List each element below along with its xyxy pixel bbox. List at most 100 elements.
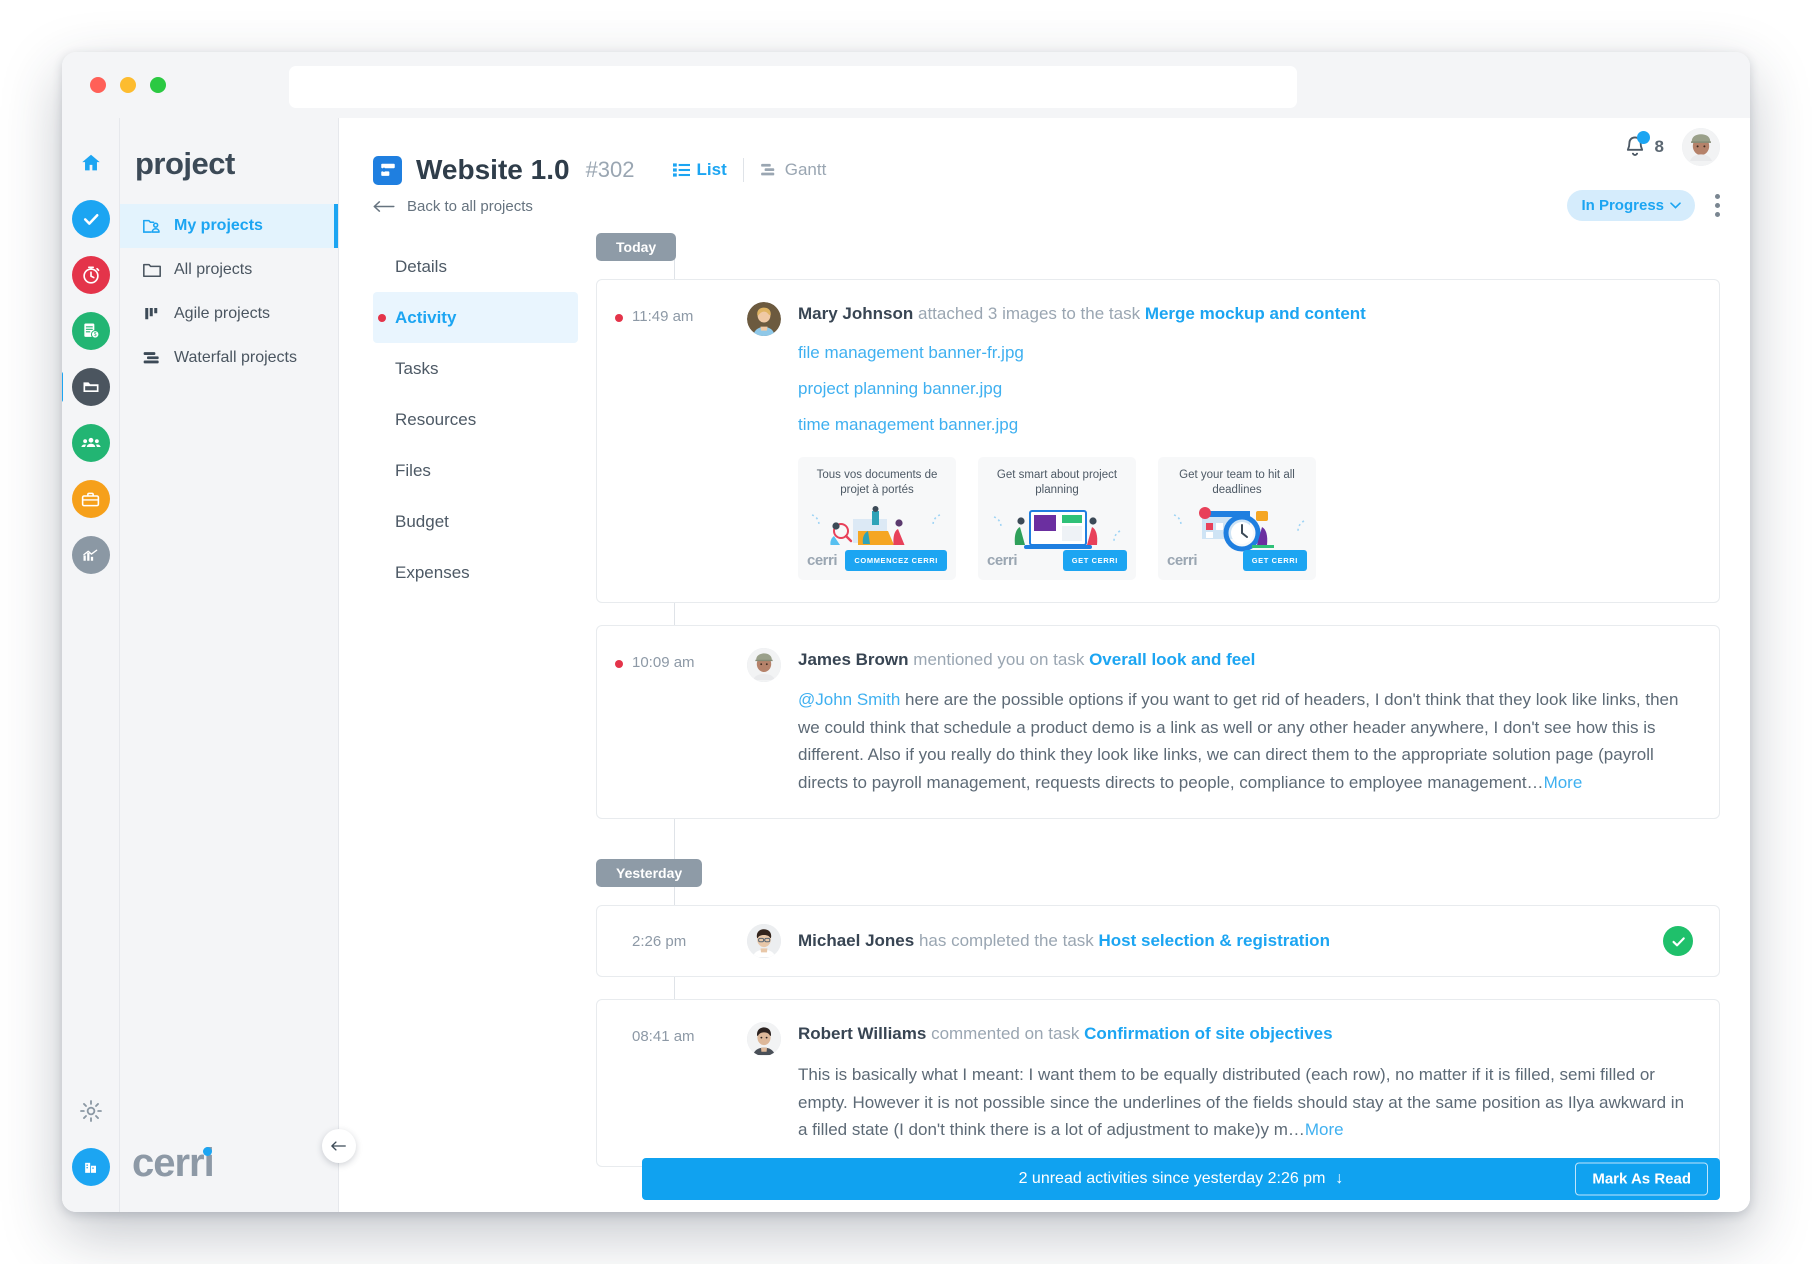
- minimize-window-icon[interactable]: [120, 77, 136, 93]
- subnav-item-resources[interactable]: Resources: [373, 394, 578, 445]
- back-to-projects[interactable]: Back to all projects: [373, 198, 1720, 215]
- chevron-down-icon: [1670, 202, 1681, 209]
- sidebar-item-waterfall-projects[interactable]: Waterfall projects: [120, 336, 338, 380]
- more-options-button[interactable]: [1715, 194, 1720, 217]
- banner-preview[interactable]: Get your team to hit all deadlines cerri…: [1158, 456, 1316, 580]
- banner-preview[interactable]: Get smart about project planning cerri G…: [978, 456, 1136, 580]
- banner-cta-button[interactable]: GET CERRI: [1242, 549, 1307, 571]
- banner-title: Get smart about project planning: [996, 468, 1118, 496]
- rail-item-invoices[interactable]: $: [71, 312, 110, 350]
- activity-body: Mary Johnson attached 3 images to the ta…: [798, 302, 1693, 580]
- activity-feed: Today 11:49 am Mary Johnson attached 3 i…: [578, 233, 1750, 1189]
- more-link[interactable]: More: [1305, 1120, 1344, 1139]
- subnav-label: Expenses: [395, 562, 470, 582]
- rail-item-home[interactable]: [72, 144, 110, 182]
- collapse-sidebar-button[interactable]: [322, 1129, 356, 1163]
- traffic-lights: [90, 77, 166, 93]
- sidebar-item-label: All projects: [174, 261, 253, 278]
- mention-link[interactable]: @John Smith: [798, 690, 900, 709]
- attachment-link[interactable]: time management banner.jpg: [798, 415, 1693, 435]
- attachment-link[interactable]: project planning banner.jpg: [798, 379, 1693, 399]
- status-label: In Progress: [1581, 197, 1664, 214]
- activity-comment: @John Smith here are the possible option…: [798, 686, 1693, 796]
- people-icon: [80, 437, 101, 448]
- rail-item-tasks[interactable]: [71, 200, 110, 238]
- activity-task-link[interactable]: Host selection & registration: [1099, 931, 1330, 950]
- home-icon: [81, 154, 100, 171]
- content-header: 8 In Progress Website 1.0 #302 List Gant…: [339, 118, 1750, 221]
- project-title-row: Website 1.0 #302 List Gantt: [373, 154, 1720, 186]
- activity-body: Michael Jones has completed the task Hos…: [798, 924, 1649, 958]
- unread-bar-text: 2 unread activities since yesterday 2:26…: [1019, 1170, 1344, 1188]
- banner-footer: cerri COMMENCEZ CERRI: [807, 549, 947, 571]
- activity-author: Mary Johnson: [798, 304, 914, 323]
- attachment-link[interactable]: file management banner-fr.jpg: [798, 343, 1693, 363]
- sidebar-item-label: My projects: [174, 217, 263, 234]
- app-body: $ project My projects All projects Agile…: [62, 118, 1750, 1212]
- comment-text: This is basically what I meant: I want t…: [798, 1065, 1685, 1140]
- activity-headline: James Brown mentioned you on task Overal…: [798, 648, 1693, 673]
- maximize-window-icon[interactable]: [150, 77, 166, 93]
- tab-label: List: [696, 160, 727, 179]
- activity-action: mentioned you on task: [913, 649, 1085, 669]
- rail-item-teams[interactable]: [71, 424, 110, 462]
- subnav-label: Details: [395, 256, 447, 276]
- unread-activities-bar[interactable]: 2 unread activities since yesterday 2:26…: [642, 1158, 1720, 1200]
- address-bar[interactable]: [289, 66, 1297, 108]
- rail-item-organization[interactable]: [71, 1148, 110, 1186]
- sidebar-item-agile-projects[interactable]: Agile projects: [120, 292, 338, 336]
- subnav-item-files[interactable]: Files: [373, 445, 578, 496]
- kanban-icon: [142, 304, 162, 324]
- subnav-item-budget[interactable]: Budget: [373, 496, 578, 547]
- banner-brand: cerri: [987, 551, 1018, 569]
- activity-card: 08:41 am Robert Williams commented on ta…: [596, 999, 1720, 1167]
- subnav-item-tasks[interactable]: Tasks: [373, 343, 578, 394]
- subnav-item-activity[interactable]: Activity: [373, 292, 578, 343]
- subnav-label: Tasks: [395, 358, 439, 378]
- activity-time: 10:09 am: [632, 653, 695, 671]
- tab-separator: [742, 158, 744, 182]
- rail-item-projects[interactable]: [62, 368, 110, 406]
- waterfall-icon: [142, 348, 162, 368]
- banner-cta-button[interactable]: COMMENCEZ CERRI: [845, 549, 947, 571]
- activity-time: 11:49 am: [632, 308, 694, 325]
- rail-item-reports[interactable]: [71, 536, 110, 574]
- tab-gantt[interactable]: Gantt: [760, 160, 826, 180]
- tab-list[interactable]: List: [672, 160, 727, 180]
- banner-preview[interactable]: Tous vos documents de projet à portés ce…: [798, 456, 956, 580]
- activity-action: commented on task: [931, 1024, 1080, 1044]
- banner-title: Get your team to hit all deadlines: [1179, 468, 1295, 496]
- subnav-item-details[interactable]: Details: [373, 241, 578, 292]
- more-link[interactable]: More: [1544, 773, 1583, 792]
- banner-footer: cerri GET CERRI: [1167, 549, 1307, 571]
- activity-task-link[interactable]: Overall look and feel: [1089, 650, 1255, 669]
- activity-task-link[interactable]: Confirmation of site objectives: [1084, 1024, 1332, 1043]
- rail-item-settings[interactable]: [72, 1092, 110, 1130]
- sidebar-brand: cerri: [120, 1141, 338, 1212]
- briefcase-icon: [81, 492, 100, 506]
- notifications[interactable]: 8: [1622, 131, 1664, 160]
- banner-cta-button[interactable]: GET CERRI: [1062, 549, 1127, 571]
- user-avatar[interactable]: [1682, 128, 1720, 166]
- activity-headline: Robert Williams commented on task Confir…: [798, 1022, 1693, 1047]
- rail-item-timesheet[interactable]: [71, 256, 110, 294]
- arrow-down-icon: ↓: [1335, 1170, 1344, 1187]
- subnav-label: Activity: [395, 307, 457, 327]
- avatar: [747, 647, 781, 682]
- svg-text:$: $: [93, 332, 96, 338]
- mark-as-read-button[interactable]: Mark As Read: [1575, 1162, 1708, 1196]
- sidebar-item-all-projects[interactable]: All projects: [120, 248, 338, 292]
- activity-task-link[interactable]: Merge mockup and content: [1145, 304, 1366, 323]
- status-badge[interactable]: In Progress: [1567, 190, 1695, 221]
- rail-item-portfolio[interactable]: [71, 480, 110, 518]
- sidebar-item-my-projects[interactable]: My projects: [120, 204, 338, 248]
- day-label: Yesterday: [596, 859, 703, 888]
- close-window-icon[interactable]: [90, 77, 106, 93]
- subnav-item-expenses[interactable]: Expenses: [373, 547, 578, 598]
- project-sidebar: project My projects All projects Agile p…: [120, 118, 339, 1212]
- page-title: Website 1.0: [416, 154, 570, 185]
- invoice-icon: $: [83, 323, 99, 339]
- sidebar-title: project: [135, 146, 235, 181]
- rail-active-indicator: [62, 372, 63, 402]
- activity-headline: Michael Jones has completed the task Hos…: [798, 929, 1330, 954]
